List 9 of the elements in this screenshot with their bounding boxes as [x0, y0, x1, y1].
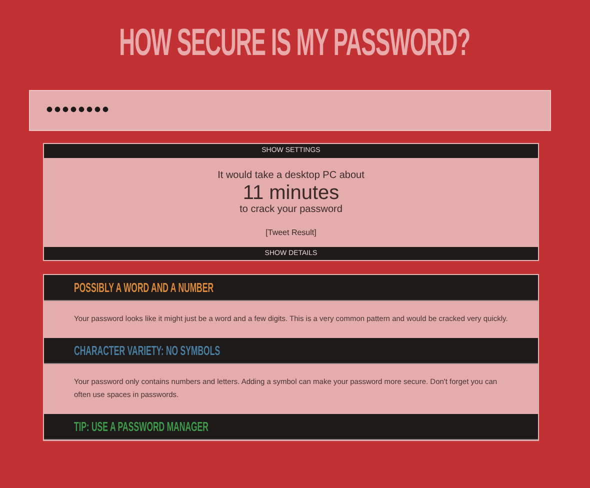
- tweet-result-link[interactable]: [Tweet Result]: [266, 227, 316, 239]
- password-field[interactable]: ••••••••: [29, 90, 551, 131]
- result-lead-text: It would take a desktop PC about: [218, 170, 364, 182]
- crack-time: 11 minutes: [242, 182, 340, 204]
- result-tail-text: to crack your password: [240, 204, 342, 216]
- section-heading: TIP: USE A PASSWORD MANAGER: [74, 418, 208, 436]
- page-title: HOW SECURE IS MY PASSWORD?: [120, 24, 470, 62]
- section-heading: POSSIBLY A WORD AND A NUMBER: [74, 278, 214, 297]
- section-heading: CHARACTER VARIETY: NO SYMBOLS: [74, 342, 220, 360]
